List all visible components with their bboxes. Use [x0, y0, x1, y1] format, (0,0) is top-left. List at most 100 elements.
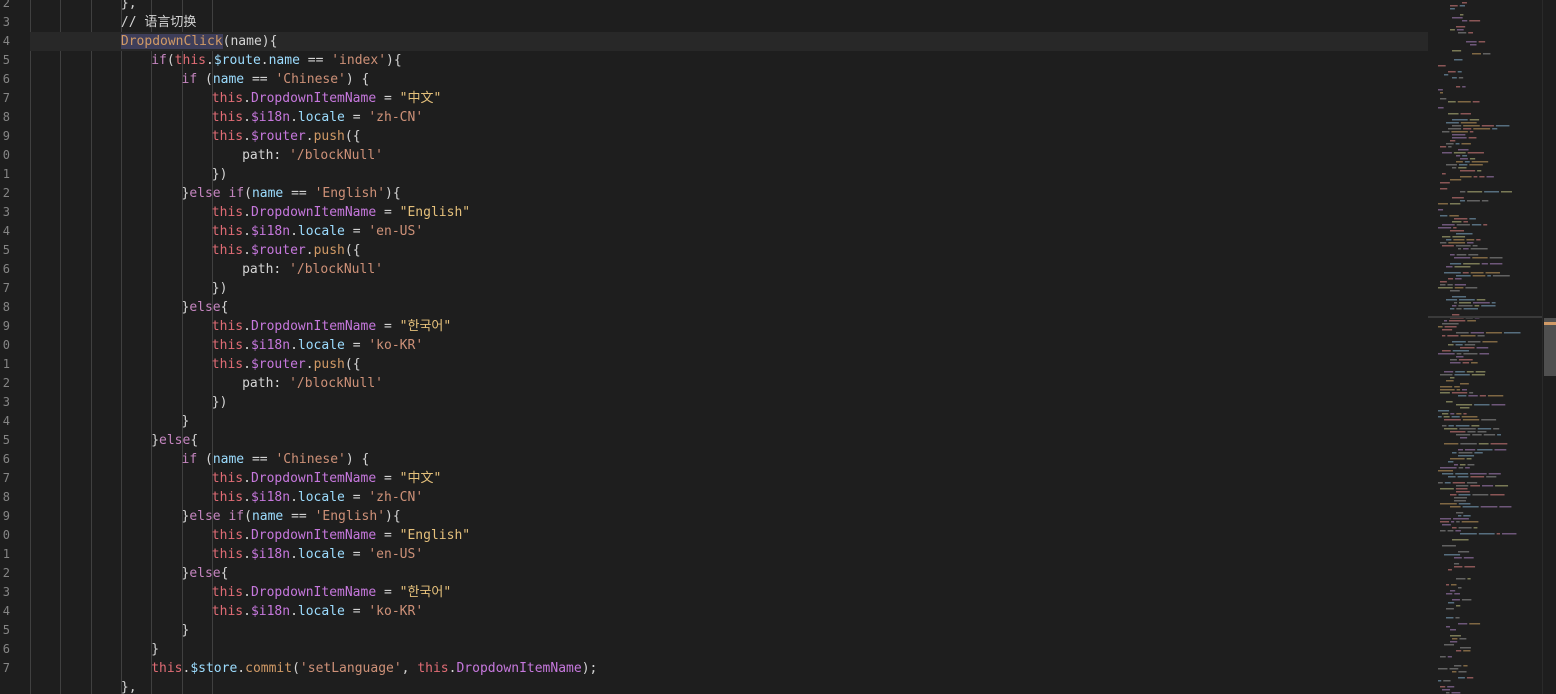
code-line[interactable]: if(this.$route.name == 'index'){ [30, 51, 1428, 70]
code-line[interactable]: }) [30, 165, 1428, 184]
minimap-line [1464, 161, 1470, 163]
minimap-viewport-indicator[interactable] [1428, 316, 1542, 318]
code-token: . [243, 110, 251, 125]
minimap-line [1456, 356, 1464, 358]
line-number: 8 [2, 300, 10, 314]
code-line[interactable]: this.$router.push({ [30, 355, 1428, 374]
code-line[interactable]: this.DropdownItemName = "한국어" [30, 583, 1428, 602]
code-token: . [243, 585, 251, 600]
minimap-line [1462, 389, 1467, 391]
code-line[interactable]: }else if(name == 'English'){ [30, 184, 1428, 203]
code-line[interactable]: this.DropdownItemName = "中文" [30, 469, 1428, 488]
vertical-scrollbar[interactable] [1542, 0, 1556, 694]
line-number: 4 [2, 604, 10, 618]
minimap-line [1464, 566, 1476, 568]
minimap-line [1465, 467, 1470, 469]
minimap-line [1450, 8, 1455, 10]
code-token: path [242, 262, 274, 277]
minimap-line [1440, 242, 1447, 244]
code-line[interactable]: this.DropdownItemName = "中文" [30, 89, 1428, 108]
minimap-line [1461, 143, 1471, 145]
code-token: }, [120, 0, 137, 11]
minimap-line [1451, 392, 1468, 394]
minimap-line [1460, 170, 1476, 172]
code-token: "한국어" [399, 319, 452, 334]
minimap-line [1467, 152, 1484, 154]
minimap-line [1442, 425, 1447, 427]
code-line[interactable]: // 语言切换 [30, 13, 1428, 32]
minimap-line [1461, 416, 1478, 418]
code-line[interactable]: }else{ [30, 298, 1428, 317]
code-token: == [299, 53, 332, 68]
minimap-line [1440, 281, 1447, 283]
code-token: = [376, 91, 400, 106]
code-line[interactable]: }) [30, 393, 1428, 412]
minimap-line [1483, 224, 1488, 226]
code-line[interactable]: this.$router.push({ [30, 241, 1428, 260]
minimap-line [1457, 71, 1462, 73]
code-line[interactable]: } [30, 621, 1428, 640]
code-line[interactable]: this.DropdownItemName = "한국어" [30, 317, 1428, 336]
minimap-line [1444, 428, 1458, 430]
code-line[interactable]: this.DropdownItemName = "English" [30, 526, 1428, 545]
minimap-line [1447, 335, 1459, 337]
code-line[interactable]: }, [30, 0, 1428, 13]
minimap-line [1484, 191, 1499, 193]
code-line[interactable]: if (name == 'Chinese') { [30, 450, 1428, 469]
code-line[interactable]: path: '/blockNull' [30, 374, 1428, 393]
minimap-line [1455, 344, 1463, 346]
code-line[interactable]: this.DropdownItemName = "English" [30, 203, 1428, 222]
code-token: else if [189, 186, 245, 201]
minimap-line [1463, 665, 1468, 667]
code-line[interactable]: path: '/blockNull' [30, 146, 1428, 165]
line-number: 6 [2, 452, 10, 466]
minimap-line [1438, 680, 1442, 682]
code-line[interactable]: }else{ [30, 564, 1428, 583]
code-line[interactable]: this.$store.commit('setLanguage', this.D… [30, 659, 1428, 678]
minimap-line [1462, 2, 1467, 4]
minimap-line [1450, 629, 1457, 631]
code-line[interactable]: }else{ [30, 431, 1428, 450]
code-token: . [237, 661, 246, 676]
minimap-line [1456, 485, 1469, 487]
minimap-line [1459, 299, 1475, 301]
code-token: locale [297, 224, 345, 239]
minimap-line [1469, 623, 1481, 625]
code-line[interactable]: }) [30, 279, 1428, 298]
code-token: this [211, 338, 244, 353]
minimap-line [1442, 335, 1446, 337]
code-area[interactable]: }, // 语言切换 DropdownClick(name){if(this.$ro… [30, 0, 1428, 694]
minimap-line [1479, 395, 1486, 397]
code-line[interactable]: this.$i18n.locale = 'ko-KR' [30, 602, 1428, 621]
code-line[interactable]: }else if(name == 'English'){ [30, 507, 1428, 526]
code-line[interactable]: path: '/blockNull' [30, 260, 1428, 279]
line-number: 1 [2, 167, 10, 181]
code-line[interactable]: DropdownClick(name){ [30, 32, 1428, 51]
minimap-line [1468, 254, 1479, 256]
code-line[interactable]: }, [30, 678, 1428, 694]
code-token: = [344, 490, 369, 505]
code-line[interactable]: this.$i18n.locale = 'zh-CN' [30, 108, 1428, 127]
minimap-line [1460, 191, 1466, 193]
code-line[interactable]: this.$i18n.locale = 'en-US' [30, 222, 1428, 241]
minimap-line [1470, 485, 1481, 487]
minimap-line [1452, 167, 1457, 169]
code-editor[interactable]: 2 3 4 5 6 7 8 9 0 1 2 3 4 5 6 7 8 9 0 1 2 3 4 5 6 7 8 9 0 1 2 3 4 5 6 7 }, /… [0, 0, 1556, 694]
code-line[interactable]: this.$i18n.locale = 'en-US' [30, 545, 1428, 564]
minimap[interactable] [1428, 0, 1542, 694]
code-token: locale [297, 338, 345, 353]
code-line[interactable]: } [30, 412, 1428, 431]
code-line[interactable]: this.$i18n.locale = 'ko-KR' [30, 336, 1428, 355]
scrollbar-thumb[interactable] [1544, 318, 1556, 376]
code-line[interactable]: this.$i18n.locale = 'zh-CN' [30, 488, 1428, 507]
minimap-line [1440, 521, 1450, 523]
code-token: else if [189, 509, 245, 524]
code-line[interactable]: this.$router.push({ [30, 127, 1428, 146]
minimap-line [1450, 359, 1457, 361]
minimap-line [1455, 530, 1461, 532]
code-line[interactable]: if (name == 'Chinese') { [30, 70, 1428, 89]
code-token: . [243, 205, 251, 220]
minimap-line [1473, 176, 1478, 178]
code-line[interactable]: } [30, 640, 1428, 659]
minimap-line [1442, 329, 1453, 331]
